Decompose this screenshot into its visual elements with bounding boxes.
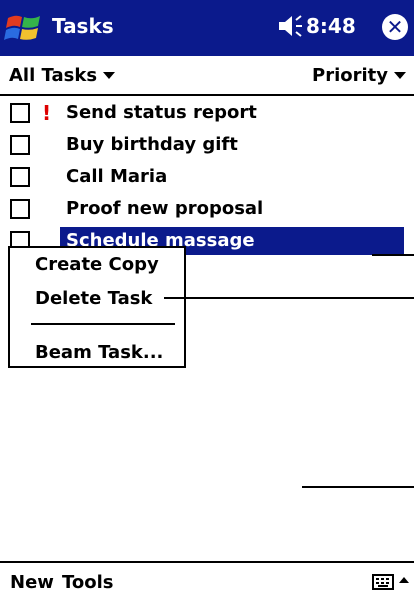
task-checkbox[interactable] <box>10 135 30 155</box>
chevron-down-icon <box>394 72 406 79</box>
task-checkbox[interactable] <box>10 167 30 187</box>
close-icon[interactable]: ✕ <box>382 14 408 40</box>
new-menu[interactable]: New <box>10 572 54 593</box>
context-menu: Create Copy Delete Task Beam Task... <box>8 246 186 368</box>
task-checkbox[interactable] <box>10 103 30 123</box>
filter-bar: All Tasks Priority <box>0 56 414 96</box>
sip-up-arrow-icon[interactable] <box>398 573 410 587</box>
keyboard-icon[interactable] <box>372 574 394 590</box>
callout-line <box>372 254 414 256</box>
menu-separator <box>31 323 175 325</box>
task-row[interactable]: ! Send status report <box>0 98 414 130</box>
task-row[interactable]: Proof new proposal <box>0 194 414 226</box>
clock[interactable]: 8:48 <box>306 14 356 38</box>
sort-label: Priority <box>312 65 388 86</box>
category-filter-dropdown[interactable]: All Tasks <box>9 65 116 86</box>
app-title: Tasks <box>52 14 114 38</box>
title-bar: Tasks 8:48 ✕ <box>0 0 414 56</box>
chevron-down-icon <box>103 72 116 79</box>
task-checkbox[interactable] <box>10 199 30 219</box>
category-filter-label: All Tasks <box>9 65 98 86</box>
task-row[interactable]: Call Maria <box>0 162 414 194</box>
create-copy-menu-item[interactable]: Create Copy <box>35 254 159 275</box>
windows-start-icon[interactable] <box>4 10 44 46</box>
task-row[interactable]: Buy birthday gift <box>0 130 414 162</box>
beam-task-menu-item[interactable]: Beam Task... <box>35 342 163 363</box>
task-label: Send status report <box>66 102 257 123</box>
tools-menu[interactable]: Tools <box>62 572 114 593</box>
delete-task-menu-item[interactable]: Delete Task <box>35 288 152 309</box>
speaker-icon[interactable] <box>277 13 303 39</box>
callout-line <box>164 297 414 299</box>
menu-bar: New Tools <box>0 561 414 603</box>
callout-line <box>302 486 414 488</box>
task-label: Buy birthday gift <box>66 134 238 155</box>
task-label: Proof new proposal <box>66 198 264 219</box>
high-priority-icon: ! <box>42 101 52 125</box>
sort-dropdown[interactable]: Priority <box>312 65 406 86</box>
task-label: Call Maria <box>66 166 168 187</box>
